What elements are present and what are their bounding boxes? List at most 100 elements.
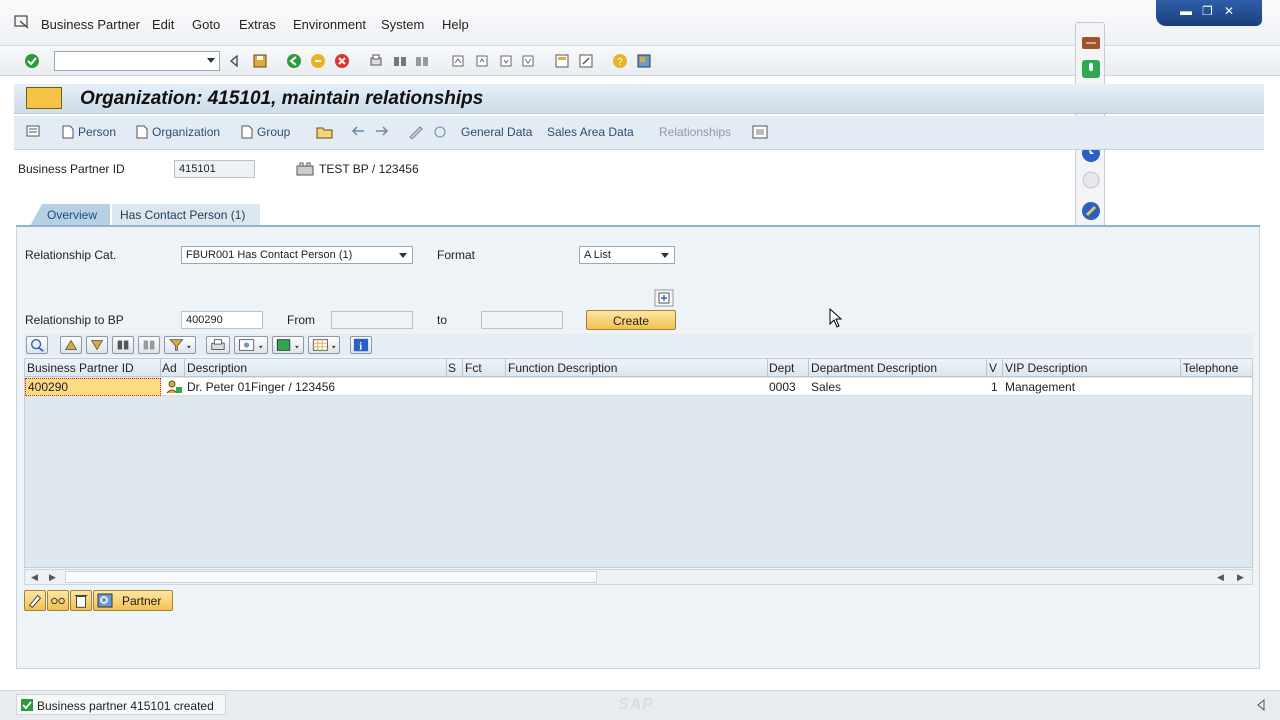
info-icon[interactable]: i bbox=[350, 336, 372, 354]
status-expand-icon[interactable] bbox=[1256, 699, 1266, 711]
find-next-grid-icon[interactable] bbox=[138, 336, 160, 354]
create-person-button[interactable]: Person bbox=[78, 125, 116, 139]
menu-system[interactable]: System bbox=[381, 17, 424, 32]
layout-icon[interactable] bbox=[308, 336, 340, 354]
cancel-icon[interactable] bbox=[334, 53, 350, 69]
change-pencil-icon[interactable] bbox=[24, 590, 46, 611]
toggle-panel-icon[interactable] bbox=[1080, 33, 1102, 53]
restore-icon[interactable]: ❐ bbox=[1202, 4, 1213, 18]
previous-page-icon[interactable] bbox=[474, 53, 490, 69]
help-icon[interactable]: ? bbox=[612, 53, 628, 69]
export-icon[interactable] bbox=[272, 336, 304, 354]
open-folder-icon[interactable] bbox=[316, 125, 334, 139]
column-header[interactable]: Function Description bbox=[508, 361, 617, 375]
menu-business-partner[interactable]: Business Partner bbox=[41, 17, 140, 32]
tab-has-contact-person[interactable]: Has Contact Person (1) bbox=[112, 204, 260, 226]
minimize-icon[interactable]: ▬ bbox=[1180, 4, 1192, 18]
next-arrow-icon[interactable] bbox=[374, 125, 390, 137]
find-grid-icon[interactable] bbox=[112, 336, 134, 354]
column-header[interactable]: Ad bbox=[162, 361, 177, 375]
column-header[interactable]: Description bbox=[187, 361, 247, 375]
table-row[interactable]: 400290 Dr. Peter 01Finger / 123456 0003 … bbox=[25, 378, 1252, 396]
menu-help[interactable]: Help bbox=[442, 17, 469, 32]
display-change-icon[interactable] bbox=[432, 125, 448, 139]
horizontal-scrollbar[interactable]: ◀ ▶ ◀ ▶ bbox=[24, 569, 1253, 585]
sort-descending-icon[interactable] bbox=[86, 336, 108, 354]
first-page-icon[interactable] bbox=[450, 53, 466, 69]
relationship-to-bp-field[interactable]: 400290 bbox=[181, 311, 263, 329]
menu-environment[interactable]: Environment bbox=[293, 17, 366, 32]
create-button[interactable]: Create bbox=[586, 310, 676, 330]
status-message[interactable]: Business partner 415101 created bbox=[16, 694, 226, 715]
tab-overview[interactable]: Overview bbox=[30, 204, 110, 226]
cell-vip[interactable]: 1 bbox=[991, 380, 998, 394]
close-icon[interactable]: ✕ bbox=[1224, 4, 1234, 18]
scroll-thumb[interactable] bbox=[65, 571, 597, 583]
bp-id-field[interactable]: 415101 bbox=[174, 160, 255, 178]
column-header[interactable]: S bbox=[448, 361, 456, 375]
relationship-category-select[interactable]: FBUR001 Has Contact Person (1) bbox=[181, 246, 413, 264]
layout-menu-icon[interactable] bbox=[636, 53, 652, 69]
scroll-right-small-icon[interactable]: ▶ bbox=[49, 572, 56, 583]
column-header[interactable]: Telephone bbox=[1183, 361, 1238, 375]
add-entry-icon[interactable] bbox=[654, 289, 674, 307]
chevron-down-icon[interactable] bbox=[661, 253, 669, 258]
to-date-field[interactable] bbox=[481, 311, 563, 329]
menu-extras[interactable]: Extras bbox=[239, 17, 276, 32]
column-header[interactable]: V bbox=[989, 361, 997, 375]
relationships-button[interactable]: Relationships bbox=[659, 125, 731, 139]
previous-arrow-icon[interactable] bbox=[350, 125, 366, 137]
column-header[interactable]: Dept bbox=[769, 361, 794, 375]
address-icon[interactable] bbox=[165, 379, 183, 395]
cell-dept[interactable]: 0003 bbox=[769, 380, 796, 394]
column-header[interactable]: Department Description bbox=[811, 361, 937, 375]
general-data-button[interactable]: General Data bbox=[461, 125, 532, 139]
column-header[interactable]: VIP Description bbox=[1005, 361, 1087, 375]
locator-icon[interactable] bbox=[26, 125, 40, 137]
sort-ascending-icon[interactable] bbox=[60, 336, 82, 354]
next-page-icon[interactable] bbox=[498, 53, 514, 69]
menu-edit[interactable]: Edit bbox=[152, 17, 174, 32]
print-icon[interactable] bbox=[368, 53, 384, 69]
last-page-icon[interactable] bbox=[520, 53, 536, 69]
details-icon[interactable] bbox=[26, 336, 48, 354]
partner-button[interactable]: Partner bbox=[93, 590, 173, 611]
delete-trash-icon[interactable] bbox=[70, 590, 92, 611]
shortcut-icon[interactable] bbox=[578, 53, 594, 69]
new-session-icon[interactable] bbox=[554, 53, 570, 69]
find-icon[interactable] bbox=[392, 53, 408, 69]
chevron-down-icon[interactable] bbox=[399, 253, 407, 258]
exit-icon[interactable] bbox=[310, 53, 326, 69]
pen-icon[interactable] bbox=[1080, 201, 1102, 221]
column-header[interactable]: Fct bbox=[465, 361, 482, 375]
format-select[interactable]: A List bbox=[579, 246, 675, 264]
microphone-icon[interactable] bbox=[1080, 59, 1102, 79]
column-header[interactable]: Business Partner ID bbox=[27, 361, 134, 375]
back-icon[interactable] bbox=[286, 53, 302, 69]
print-grid-icon[interactable] bbox=[206, 336, 230, 354]
sales-area-data-button[interactable]: Sales Area Data bbox=[547, 125, 634, 139]
find-next-icon[interactable] bbox=[414, 53, 430, 69]
cell-description[interactable]: Dr. Peter 01Finger / 123456 bbox=[187, 380, 335, 394]
back-arrow-icon[interactable] bbox=[226, 53, 242, 69]
filter-icon[interactable] bbox=[164, 336, 196, 354]
menu-toggle-icon[interactable] bbox=[26, 87, 62, 109]
command-field[interactable] bbox=[54, 51, 220, 71]
views-icon[interactable] bbox=[234, 336, 268, 354]
other-functions-icon[interactable] bbox=[752, 125, 768, 139]
chevron-down-icon[interactable] bbox=[207, 58, 215, 63]
scroll-left-icon[interactable]: ◀ bbox=[31, 572, 38, 583]
enter-check-icon[interactable] bbox=[24, 53, 40, 69]
create-organization-button[interactable]: Organization bbox=[152, 125, 220, 139]
from-date-field[interactable] bbox=[331, 311, 413, 329]
scroll-left-end-icon[interactable]: ◀ bbox=[1217, 572, 1224, 583]
save-icon[interactable] bbox=[252, 53, 268, 69]
cell-vip-desc[interactable]: Management bbox=[1005, 380, 1075, 394]
create-group-button[interactable]: Group bbox=[257, 125, 290, 139]
scroll-right-icon[interactable]: ▶ bbox=[1237, 572, 1244, 583]
edit-pencil-icon[interactable] bbox=[408, 125, 424, 139]
menu-goto[interactable]: Goto bbox=[192, 17, 220, 32]
app-menu-icon[interactable] bbox=[14, 15, 30, 29]
cell-bp-id[interactable]: 400290 bbox=[28, 380, 68, 394]
display-glasses-icon[interactable] bbox=[47, 590, 69, 611]
